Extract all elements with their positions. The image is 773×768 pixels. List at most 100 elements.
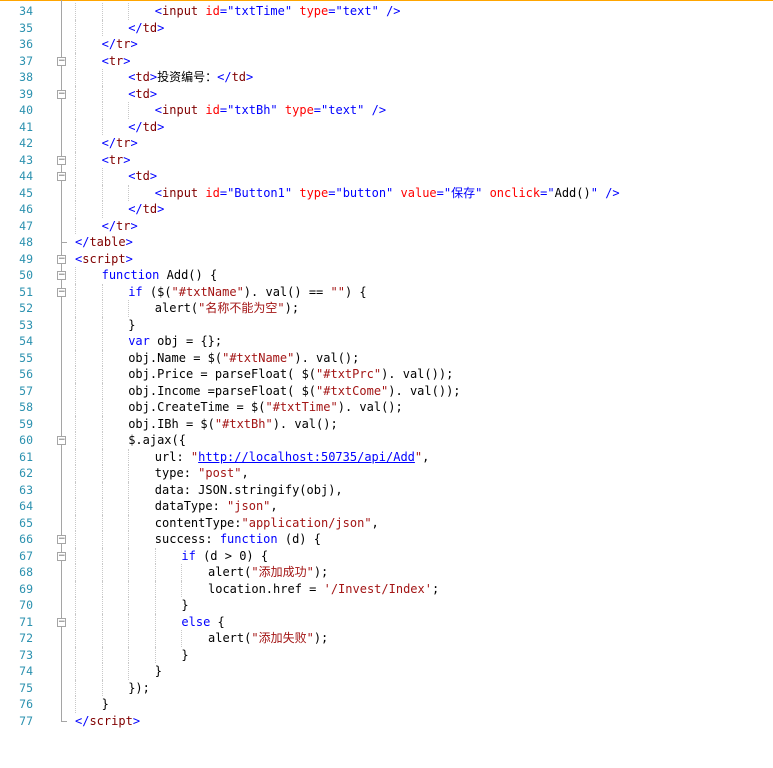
code-line[interactable]: url: "http://localhost:50735/api/Add", xyxy=(155,449,430,466)
line-number: 55 xyxy=(19,350,33,365)
line-number: 60 xyxy=(19,433,33,447)
collapse-toggle-icon[interactable]: − xyxy=(57,535,66,544)
code-token: ). val(); xyxy=(272,416,338,431)
code-line[interactable]: </table> xyxy=(75,234,133,251)
code-line[interactable]: if ($("#txtName"). val() == "") { xyxy=(128,284,366,301)
indent-guide xyxy=(101,564,103,581)
collapse-toggle-icon[interactable]: − xyxy=(57,172,66,181)
code-line[interactable]: <td> xyxy=(128,86,157,103)
code-token: if xyxy=(128,284,143,299)
collapse-toggle-icon[interactable]: − xyxy=(57,56,66,66)
indent-guide xyxy=(101,580,103,597)
code-line[interactable]: alert("添加失败"); xyxy=(208,630,328,647)
code-line[interactable]: success: function (d) { xyxy=(155,531,321,548)
code-token: type xyxy=(284,103,314,117)
code-line[interactable]: else { xyxy=(181,614,224,631)
collapse-toggle-icon[interactable]: − xyxy=(57,89,66,99)
code-token: tr xyxy=(116,37,131,51)
code-line[interactable]: } xyxy=(181,647,188,664)
code-line[interactable]: </script> xyxy=(75,713,140,730)
code-token: td xyxy=(135,86,150,101)
code-line[interactable]: } xyxy=(128,317,135,334)
code-token: url: xyxy=(154,449,191,464)
code-line[interactable]: <input id="Button1" type="button" value=… xyxy=(155,185,620,202)
code-line[interactable]: <input id="txtTime" type="text" /> xyxy=(155,3,401,20)
code-line[interactable]: </tr> xyxy=(102,135,138,152)
indent-guide xyxy=(154,547,156,564)
code-line[interactable]: <td> xyxy=(128,168,157,185)
collapse-toggle-icon[interactable]: − xyxy=(57,436,66,445)
code-line[interactable]: alert("名称不能为空"); xyxy=(155,300,299,317)
code-line[interactable]: </td> xyxy=(128,20,164,37)
indent-guide xyxy=(101,415,103,432)
code-token: "添加成功" xyxy=(251,565,314,579)
indent-guide xyxy=(101,481,103,498)
collapse-toggle-icon[interactable]: − xyxy=(57,254,66,264)
code-token: > xyxy=(123,53,131,68)
code-line[interactable]: } xyxy=(102,696,109,713)
indent-guide xyxy=(75,547,76,564)
code-token: } xyxy=(181,647,189,662)
collapse-toggle-icon[interactable]: − xyxy=(57,287,66,297)
code-line[interactable]: if (d > 0) { xyxy=(181,548,268,565)
code-line[interactable]: <script> xyxy=(75,251,133,268)
code-line[interactable]: <tr> xyxy=(102,152,131,169)
indent-guide xyxy=(101,3,103,20)
code-line[interactable]: </tr> xyxy=(102,36,138,53)
collapse-toggle-icon[interactable]: − xyxy=(57,551,66,561)
indent-guide xyxy=(128,613,130,630)
code-line[interactable]: } xyxy=(155,663,162,680)
code-line[interactable]: var obj = {}; xyxy=(128,333,222,350)
indent-guide xyxy=(181,580,183,597)
code-token: ; xyxy=(431,581,440,596)
code-line[interactable]: </td> xyxy=(128,119,164,136)
code-token: input xyxy=(162,103,199,117)
line-number: 71 xyxy=(19,614,33,629)
code-token: </ xyxy=(128,119,143,134)
code-line[interactable]: obj.Price = parseFloat( $("#txtPrc"). va… xyxy=(128,366,453,383)
code-line[interactable]: type: "post", xyxy=(155,465,249,482)
collapse-toggle-icon[interactable]: − xyxy=(57,617,66,627)
code-line[interactable]: location.href = '/Invest/Index'; xyxy=(208,581,439,598)
code-token: alert( xyxy=(208,565,252,579)
line-number: 75 xyxy=(19,680,33,695)
code-line[interactable]: data: JSON.stringify(obj), xyxy=(155,482,343,499)
code-editor[interactable]: 34 35 36 37 38 39 40 41 42 43 44 45 46 47 48 49 50 51 52 53… xyxy=(0,0,773,768)
code-token: onclick xyxy=(489,185,541,200)
code-line[interactable]: }); xyxy=(128,680,150,697)
code-line[interactable]: obj.IBh = $("#txtBh"). val(); xyxy=(128,416,338,433)
code-line[interactable]: <tr> xyxy=(102,53,131,70)
code-line[interactable]: obj.Income =parseFloat( $("#txtCome"). v… xyxy=(128,383,460,400)
collapse-toggle-icon[interactable]: − xyxy=(57,155,66,165)
code-line[interactable]: obj.Name = $("#txtName"). val(); xyxy=(128,350,359,367)
code-token: = xyxy=(219,4,228,18)
code-line[interactable]: contentType:"application/json", xyxy=(155,515,379,532)
code-line[interactable]: obj.CreateTime = $("#txtTime"). val(); xyxy=(128,399,403,416)
collapse-toggle-icon[interactable]: − xyxy=(57,271,66,280)
indent-guide xyxy=(128,3,130,20)
indent-guide xyxy=(101,646,103,663)
line-number: 67 xyxy=(19,548,33,563)
code-token: > xyxy=(125,235,133,249)
indent-guide xyxy=(128,564,130,581)
code-line[interactable]: </td> xyxy=(128,201,164,218)
code-line[interactable]: function Add() { xyxy=(102,267,218,284)
code-line[interactable]: } xyxy=(181,597,188,614)
code-line[interactable]: $.ajax({ xyxy=(128,432,186,449)
code-token: "#txtCome" xyxy=(316,383,389,398)
code-token: ). val() == xyxy=(243,284,331,299)
line-number: 36 xyxy=(19,37,33,51)
code-line[interactable]: dataType: "json", xyxy=(155,498,278,515)
code-line[interactable]: </tr> xyxy=(102,218,138,235)
indent-guide xyxy=(101,547,103,564)
code-line[interactable]: alert("添加成功"); xyxy=(208,564,328,581)
url-link[interactable]: http://localhost:50735/api/Add xyxy=(198,450,415,464)
indent-guide xyxy=(75,36,76,53)
code-token: $.ajax({ xyxy=(128,433,186,447)
code-token: "post" xyxy=(198,466,242,480)
code-token: </ xyxy=(75,235,90,249)
outline-rail xyxy=(61,0,63,721)
code-line[interactable]: <td>投资编号：</td> xyxy=(128,69,253,86)
code-line[interactable]: <input id="txtBh" type="text" /> xyxy=(155,102,386,119)
